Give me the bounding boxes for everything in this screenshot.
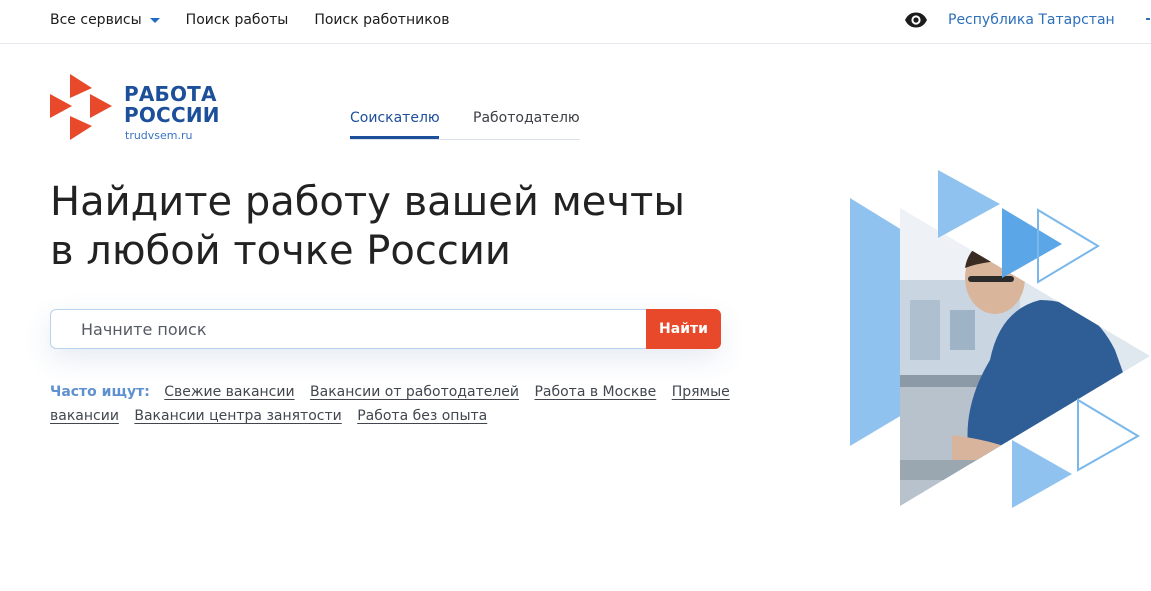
- overflow-indicator: [1146, 18, 1150, 20]
- hero-line-1: Найдите работу вашей мечты: [50, 179, 685, 225]
- logo-line-2: РОССИИ: [124, 103, 220, 127]
- nav-job-search[interactable]: Поиск работы: [186, 12, 289, 28]
- tab-employer[interactable]: Работодателю: [473, 110, 580, 126]
- logo-wordmark: РАБОТА РОССИИ: [124, 84, 220, 126]
- page-title: Найдите работу вашей мечты в любой точке…: [50, 178, 770, 276]
- popular-label: Часто ищут:: [50, 384, 150, 400]
- logo-line-1: РАБОТА: [124, 82, 217, 106]
- search-input[interactable]: [51, 310, 645, 348]
- top-nav: Все сервисы Поиск работы Поиск работнико…: [50, 0, 475, 40]
- hero-illustration: [850, 170, 1150, 508]
- popular-link-fresh[interactable]: Свежие вакансии: [164, 384, 294, 400]
- search-button[interactable]: Найти: [646, 309, 721, 349]
- eye-icon[interactable]: [904, 8, 928, 32]
- region-selector[interactable]: Республика Татарстан: [948, 12, 1115, 28]
- tab-job-seeker[interactable]: Соискателю: [350, 110, 440, 126]
- top-bar: Все сервисы Поиск работы Поиск работнико…: [0, 0, 1151, 44]
- popular-link-employers[interactable]: Вакансии от работодателей: [310, 384, 519, 400]
- all-services-label: Все сервисы: [50, 12, 142, 28]
- all-services-menu[interactable]: Все сервисы: [50, 12, 160, 28]
- popular-link-moscow[interactable]: Работа в Москве: [534, 384, 656, 400]
- active-tab-underline: [350, 136, 439, 139]
- logo-arrows-icon: [50, 74, 112, 140]
- audience-tabs: Соискателю Работодателю: [350, 110, 580, 140]
- search-bar: Найти: [50, 309, 721, 349]
- hero-line-2: в любой точке России: [50, 228, 511, 274]
- popular-link-no-experience[interactable]: Работа без опыта: [357, 408, 487, 424]
- top-right: Республика Татарстан: [904, 0, 1115, 40]
- popular-searches: Часто ищут: Свежие вакансии Вакансии от …: [50, 380, 740, 428]
- site-logo[interactable]: РАБОТА РОССИИ trudvsem.ru: [50, 74, 230, 142]
- nav-worker-search[interactable]: Поиск работников: [314, 12, 449, 28]
- popular-link-center[interactable]: Вакансии центра занятости: [134, 408, 341, 424]
- chevron-down-icon: [149, 17, 160, 23]
- logo-url: trudvsem.ru: [125, 129, 193, 142]
